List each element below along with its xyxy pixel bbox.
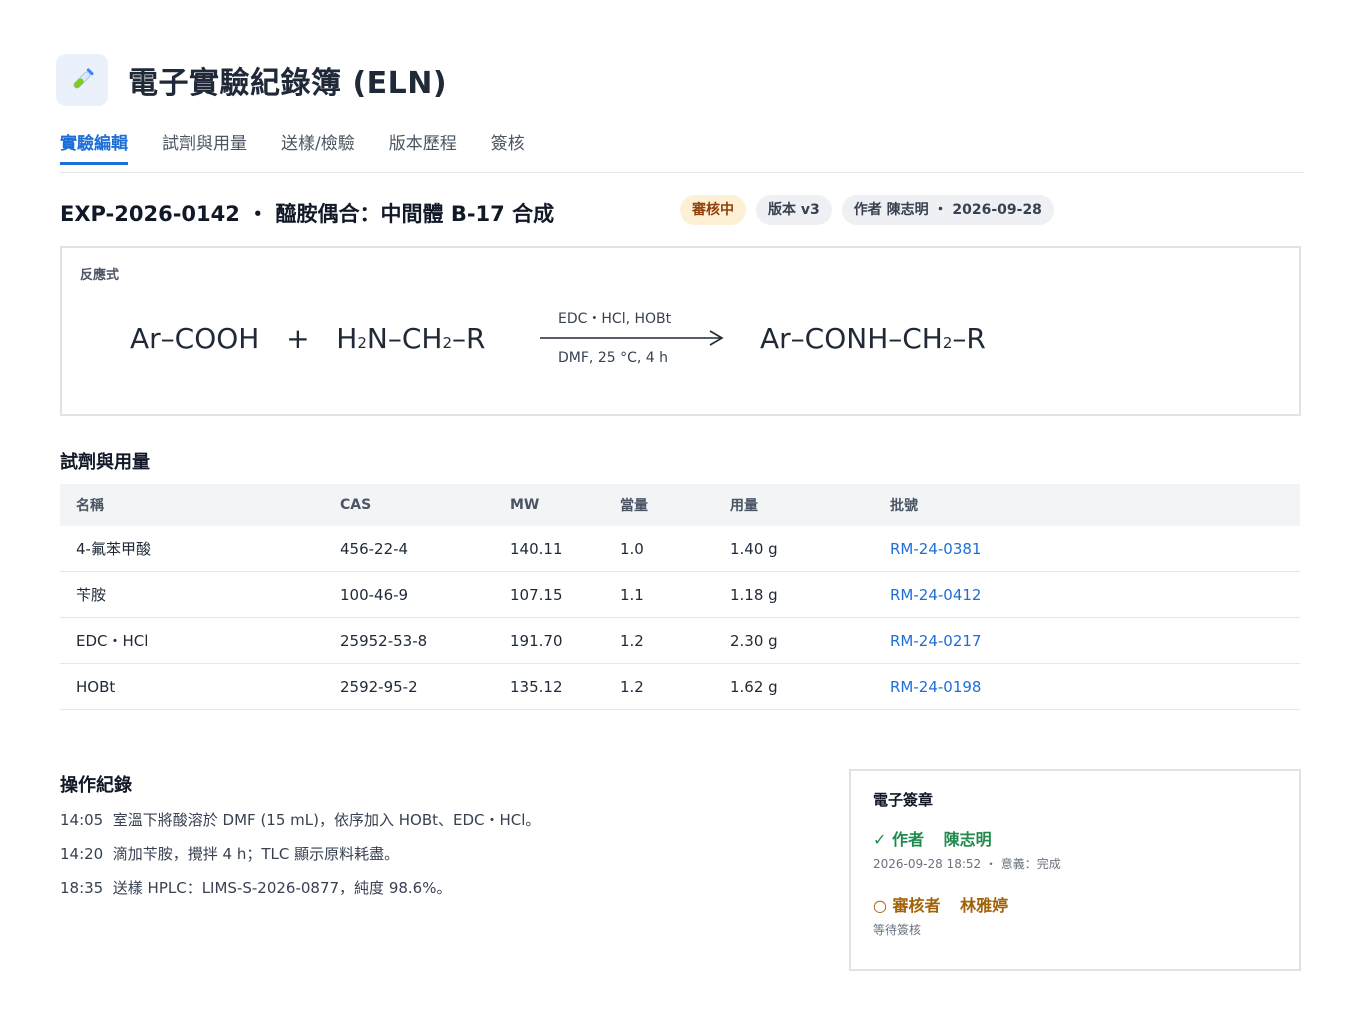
reactant-2: H2N–CH2–R [336, 322, 486, 355]
reagent-cas: 456-22-4 [340, 539, 409, 558]
tab-bar: 實驗編輯 試劑與用量 送樣/檢驗 版本歷程 簽核 [60, 130, 1304, 173]
plus-sign: + [286, 322, 310, 355]
tab-sign-off[interactable]: 簽核 [491, 130, 525, 173]
author-name: 陳志明 [943, 830, 992, 849]
reaction-arrow-icon [540, 330, 726, 346]
operation-log: 14:05 室溫下將酸溶於 DMF (15 mL)，依序加入 HOBt、EDC・… [60, 810, 540, 912]
log-text: 滴加苄胺，攪拌 4 h；TLC 顯示原料耗盡。 [112, 845, 400, 863]
reagent-amount: 1.18 g [730, 585, 778, 604]
app-header: 電子實驗紀錄簿 (ELN) [56, 54, 447, 106]
reagent-lot-link[interactable]: RM-24-0381 [890, 540, 1090, 558]
checkmark-icon: ✓ [873, 830, 887, 849]
reaction-panel: 反應式 Ar–COOH + H2N–CH2–R EDC・HCl, HOBt DM… [60, 246, 1301, 416]
reagent-name: 苄胺 [76, 586, 107, 604]
log-entry: 18:35 送樣 HPLC：LIMS-S-2026-0877，純度 98.6%。 [60, 878, 540, 912]
author-signature: ✓ 作者 陳志明 [873, 826, 992, 850]
reagent-mw: 135.12 [510, 677, 563, 696]
author-badge: 作者 陳志明 ・ 2026-09-28 [841, 195, 1054, 225]
version-badge: 版本 v3 [756, 195, 832, 225]
reaction-conditions-solvent: DMF, 25 °C, 4 h [558, 350, 668, 366]
reagent-amount: 1.40 g [730, 539, 778, 558]
reviewer-signature-meta: 等待簽核 [873, 923, 922, 937]
reagents-table: 名稱 CAS MW 當量 用量 批號 4-氟苯甲酸 456-22-4 140.1… [60, 484, 1300, 710]
reaction-conditions-reagents: EDC・HCl, HOBt [558, 311, 672, 327]
table-header: 名稱 CAS MW 當量 用量 批號 [60, 484, 1300, 526]
test-tube-icon [56, 54, 108, 106]
author-signature-meta: 2026-09-28 18:52 ・ 意義：完成 [873, 857, 1061, 871]
status-badge: 審核中 [680, 195, 746, 225]
reagent-lot-link[interactable]: RM-24-0198 [890, 678, 1090, 696]
reagent-name: HOBt [76, 677, 116, 696]
log-time: 18:35 [60, 879, 104, 897]
reviewer-signature[interactable]: ○ 審核者 林雅婷 [873, 892, 1008, 916]
reagent-amount: 1.62 g [730, 677, 778, 696]
reactant-1: Ar–COOH [130, 322, 260, 355]
log-entry: 14:20 滴加苄胺，攪拌 4 h；TLC 顯示原料耗盡。 [60, 844, 540, 878]
log-text: 室溫下將酸溶於 DMF (15 mL)，依序加入 HOBt、EDC・HCl。 [112, 811, 541, 829]
tab-reagents[interactable]: 試劑與用量 [162, 130, 247, 173]
table-row: 4-氟苯甲酸 456-22-4 140.11 1.0 1.40 g RM-24-… [60, 526, 1300, 572]
tab-version-history[interactable]: 版本歷程 [389, 130, 457, 173]
column-header-mw: MW [510, 497, 540, 513]
reagent-equivalents: 1.2 [620, 677, 644, 696]
e-signature-panel: 電子簽章 ✓ 作者 陳志明 2026-09-28 18:52 ・ 意義：完成 ○… [849, 769, 1301, 971]
reactants: Ar–COOH + H2N–CH2–R [130, 322, 485, 355]
log-section-title: 操作紀錄 [60, 775, 132, 796]
tab-experiment-edit[interactable]: 實驗編輯 [60, 130, 128, 165]
reagent-lot-link[interactable]: RM-24-0412 [890, 586, 1090, 604]
reviewer-role: 審核者 [892, 896, 941, 915]
reagent-cas: 2592-95-2 [340, 677, 418, 696]
experiment-title: EXP-2026-0142 ・ 醯胺偶合：中間體 B-17 合成 [60, 202, 555, 226]
signature-title: 電子簽章 [873, 791, 934, 809]
reagents-section-title: 試劑與用量 [60, 452, 150, 473]
reagent-equivalents: 1.0 [620, 539, 644, 558]
table-row: HOBt 2592-95-2 135.12 1.2 1.62 g RM-24-0… [60, 664, 1300, 710]
reagent-mw: 107.15 [510, 585, 563, 604]
log-time: 14:20 [60, 845, 104, 863]
reagent-amount: 2.30 g [730, 631, 778, 650]
tab-samples[interactable]: 送樣/檢驗 [281, 130, 355, 173]
column-header-amount: 用量 [730, 498, 758, 514]
reagent-name: 4-氟苯甲酸 [76, 540, 151, 558]
reagent-mw: 191.70 [510, 631, 563, 650]
column-header-equivalents: 當量 [620, 498, 648, 514]
reagent-cas: 100-46-9 [340, 585, 409, 604]
column-header-name: 名稱 [76, 498, 104, 514]
app-title: 電子實驗紀錄簿 (ELN) [128, 66, 448, 101]
product: Ar–CONH–CH2–R [760, 322, 986, 355]
reagent-equivalents: 1.2 [620, 631, 644, 650]
reaction-label: 反應式 [80, 268, 120, 283]
reagent-mw: 140.11 [510, 539, 563, 558]
table-row: EDC・HCl 25952-53-8 191.70 1.2 2.30 g RM-… [60, 618, 1300, 664]
reagent-lot-link[interactable]: RM-24-0217 [890, 632, 1090, 650]
log-text: 送樣 HPLC：LIMS-S-2026-0877，純度 98.6%。 [112, 879, 452, 897]
column-header-cas: CAS [340, 497, 372, 513]
reviewer-name: 林雅婷 [960, 896, 1009, 915]
log-entry: 14:05 室溫下將酸溶於 DMF (15 mL)，依序加入 HOBt、EDC・… [60, 810, 540, 844]
author-role: 作者 [891, 830, 924, 849]
reagent-cas: 25952-53-8 [340, 631, 428, 650]
reagent-equivalents: 1.1 [620, 585, 644, 604]
pending-circle-icon: ○ [873, 896, 887, 915]
badge-group: 審核中 版本 v3 作者 陳志明 ・ 2026-09-28 [680, 195, 1064, 225]
reagent-name: EDC・HCl [76, 632, 149, 650]
log-time: 14:05 [60, 811, 104, 829]
column-header-lot: 批號 [890, 498, 918, 514]
table-row: 苄胺 100-46-9 107.15 1.1 1.18 g RM-24-0412 [60, 572, 1300, 618]
